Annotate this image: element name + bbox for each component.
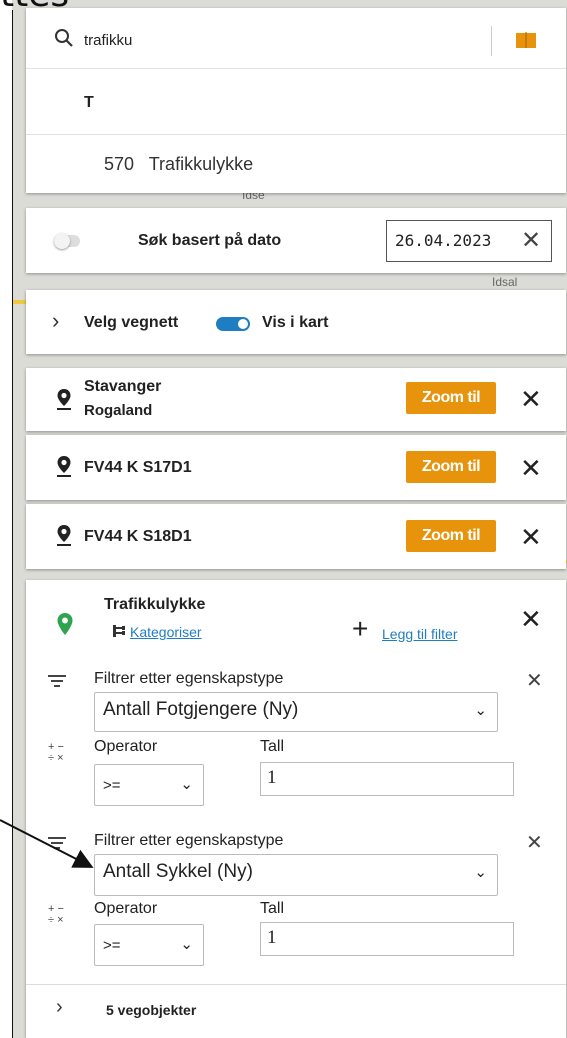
annotation-arrow <box>0 819 94 868</box>
